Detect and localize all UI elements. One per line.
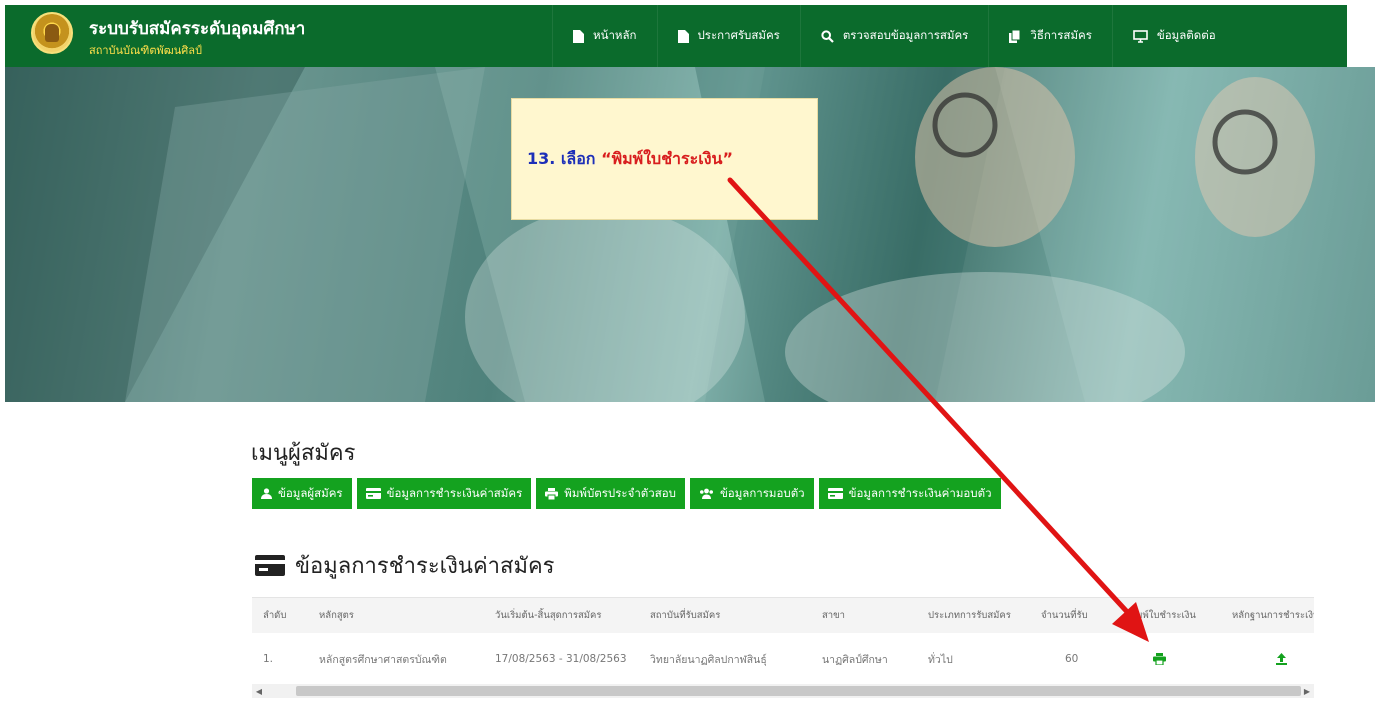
credit-card-icon <box>827 488 843 499</box>
application-payment-label: ข้อมูลการชำระเงินค่าสมัคร <box>386 485 523 500</box>
payment-section-heading: ข้อมูลการชำระเงินค่าสมัคร <box>255 548 554 583</box>
row-period: 17/08/2563 - 31/08/2563 <box>495 653 627 665</box>
instruction-text: 13. เลือก “พิมพ์ใบชำระเงิน” <box>527 147 733 172</box>
upload-payment-proof-button[interactable] <box>1276 634 1287 684</box>
col-no: ลำดับ <box>263 610 287 621</box>
row-no: 1. <box>263 653 274 665</box>
hero-banner: 13. เลือก “พิมพ์ใบชำระเงิน” <box>5 67 1375 402</box>
applicant-info-label: ข้อมูลผู้สมัคร <box>278 485 343 500</box>
enrollment-payment-label: ข้อมูลการชำระเงินค่ามอบตัว <box>848 485 992 500</box>
nav-contact[interactable]: ข้อมูลติดต่อ <box>1111 5 1236 67</box>
institute-logo[interactable] <box>31 12 73 54</box>
instruction-step: 13. เลือก <box>527 149 602 168</box>
scroll-left-arrow[interactable]: ◀ <box>252 684 266 698</box>
nav-check-label: ตรวจสอบข้อมูลการสมัคร <box>842 28 969 42</box>
enrollment-info-button[interactable]: ข้อมูลการมอบตัว <box>689 478 814 509</box>
row-type: ทั่วไป <box>928 653 953 666</box>
file-icon <box>677 29 689 43</box>
table-row: 1. หลักสูตรศึกษาศาสตรบัณฑิต 17/08/2563 -… <box>252 634 1314 685</box>
enrollment-info-label: ข้อมูลการมอบตัว <box>719 485 805 500</box>
row-seats: 60 <box>1065 653 1079 665</box>
row-institute: วิทยาลัยนาฏศิลปกาฬสินธุ์ <box>650 653 767 666</box>
col-period: วันเริ่มต้น-สิ้นสุดการสมัคร <box>495 610 602 621</box>
applicant-menu-heading: เมนูผู้สมัคร <box>251 441 356 466</box>
scroll-thumb[interactable] <box>296 686 1301 696</box>
credit-card-icon <box>365 488 381 499</box>
nav-check-application[interactable]: ตรวจสอบข้อมูลการสมัคร <box>799 5 989 67</box>
payment-table: ลำดับ หลักสูตร วันเริ่มต้น-สิ้นสุดการสมั… <box>252 597 1314 701</box>
site-subtitle: สถาบันบัณฑิตพัฒนศิลป์ <box>89 44 202 57</box>
top-navbar: ระบบรับสมัครระดับอุดมศึกษา สถาบันบัณฑิตพ… <box>5 5 1347 67</box>
user-icon <box>261 488 272 499</box>
copy-icon <box>1009 29 1021 43</box>
search-icon <box>821 29 834 43</box>
col-payment-proof: หลักฐานการชำระเงิน <box>1232 610 1314 621</box>
print-exam-card-label: พิมพ์บัตรประจำตัวสอบ <box>564 485 676 500</box>
col-type: ประเภทการรับสมัคร <box>928 610 1011 621</box>
users-icon <box>699 488 713 499</box>
row-program: หลักสูตรศึกษาศาสตรบัณฑิต <box>319 653 447 666</box>
nav-how-label: วิธีการสมัคร <box>1030 28 1092 42</box>
main-nav: หน้าหลัก ประกาศรับสมัคร ตรวจสอบข้อมูลการ… <box>552 5 1236 67</box>
payment-section-title: ข้อมูลการชำระเงินค่าสมัคร <box>295 554 555 579</box>
col-institute: สถาบันที่รับสมัคร <box>650 610 721 621</box>
instruction-action: “พิมพ์ใบชำระเงิน” <box>601 149 733 168</box>
upload-icon <box>1276 653 1287 665</box>
applicant-info-button[interactable]: ข้อมูลผู้สมัคร <box>252 478 352 509</box>
credit-card-icon <box>255 555 285 576</box>
printer-icon <box>1153 653 1166 665</box>
print-exam-card-button[interactable]: พิมพ์บัตรประจำตัวสอบ <box>536 478 685 509</box>
nav-announcement[interactable]: ประกาศรับสมัคร <box>656 5 800 67</box>
nav-how-to-apply[interactable]: วิธีการสมัคร <box>988 5 1112 67</box>
file-icon <box>573 29 584 43</box>
col-print-payment: พิมพ์ใบชำระเงิน <box>1130 610 1196 621</box>
scroll-right-arrow[interactable]: ▶ <box>1300 684 1314 698</box>
nav-home[interactable]: หน้าหลัก <box>552 5 657 67</box>
col-program: หลักสูตร <box>319 610 354 621</box>
printer-icon <box>545 487 559 500</box>
applicant-menu: ข้อมูลผู้สมัคร ข้อมูลการชำระเงินค่าสมัคร… <box>252 478 1001 509</box>
nav-home-label: หน้าหลัก <box>593 28 637 42</box>
col-major: สาขา <box>822 610 845 621</box>
horizontal-scrollbar[interactable]: ◀ ▶ <box>252 684 1314 698</box>
nav-announcement-label: ประกาศรับสมัคร <box>697 28 780 42</box>
col-seats: จำนวนที่รับ <box>1041 610 1088 621</box>
page-frame: ระบบรับสมัครระดับอุดมศึกษา สถาบันบัณฑิตพ… <box>5 5 1375 717</box>
enrollment-payment-button[interactable]: ข้อมูลการชำระเงินค่ามอบตัว <box>818 478 1001 509</box>
application-payment-button[interactable]: ข้อมูลการชำระเงินค่าสมัคร <box>356 478 532 509</box>
nav-contact-label: ข้อมูลติดต่อ <box>1156 28 1216 42</box>
instruction-callout: 13. เลือก “พิมพ์ใบชำระเงิน” <box>511 98 818 220</box>
monitor-icon <box>1133 29 1148 43</box>
site-title[interactable]: ระบบรับสมัครระดับอุดมศึกษา <box>89 15 305 42</box>
table-header: ลำดับ หลักสูตร วันเริ่มต้น-สิ้นสุดการสมั… <box>252 598 1314 633</box>
row-major: นาฏศิลป์ศึกษา <box>822 653 888 666</box>
print-payment-slip-button[interactable] <box>1153 634 1166 684</box>
